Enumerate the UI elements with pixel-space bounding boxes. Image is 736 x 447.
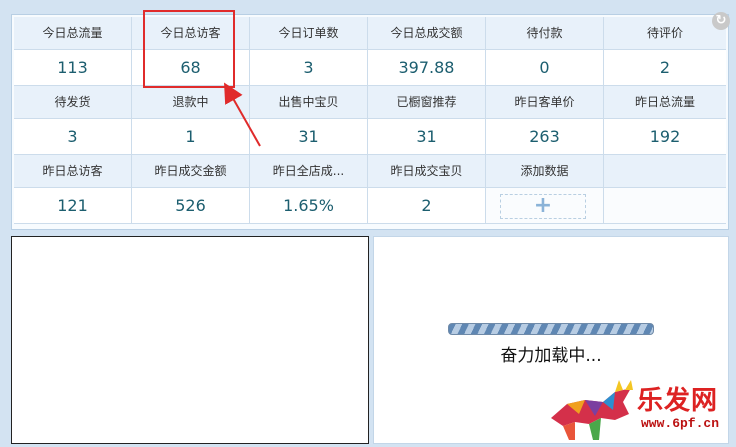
- loading-text: 奋力加载中...: [500, 346, 602, 366]
- watermark-url: www.6pf.cn: [641, 416, 720, 431]
- watermark-title: 乐发网: [637, 386, 719, 416]
- site-watermark: 乐发网 www.6pf.cn: [545, 378, 733, 446]
- loading-progress-bar: [448, 323, 654, 335]
- blank-chart-panel: [11, 236, 369, 444]
- bull-logo-icon: [551, 380, 633, 440]
